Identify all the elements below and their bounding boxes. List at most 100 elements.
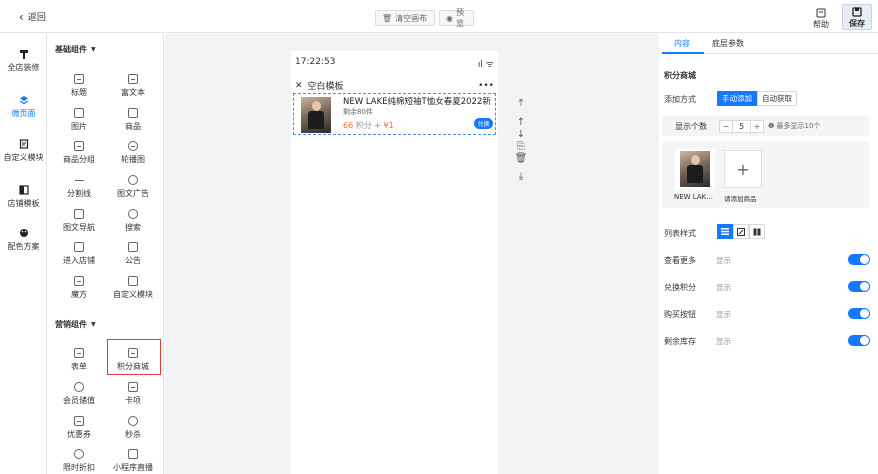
- move-bottom-icon[interactable]: ⤓: [519, 171, 523, 183]
- component-label: 富文本: [121, 88, 145, 97]
- component-label: 图文导航: [63, 223, 95, 232]
- component-image-nav[interactable]: 图文导航: [50, 209, 108, 233]
- display-count-label: 显示个数: [675, 121, 707, 131]
- move-down-icon[interactable]: ↓: [517, 129, 525, 141]
- component-time-discount[interactable]: 限时折扣: [50, 449, 108, 473]
- move-up-icon[interactable]: ↑: [517, 117, 525, 129]
- component-rich-text[interactable]: 富文本: [104, 74, 162, 98]
- tab-base-params[interactable]: 底层参数: [712, 38, 744, 49]
- copy-icon[interactable]: ⎘: [517, 141, 525, 153]
- divider-icon: [74, 175, 84, 185]
- buy-button-toggle[interactable]: [848, 308, 870, 319]
- component-search[interactable]: 搜索: [104, 209, 162, 233]
- module-icon: [19, 139, 28, 149]
- basic-components-header[interactable]: 基础组件 ▼: [55, 44, 96, 55]
- palette-icon: [19, 229, 28, 237]
- caret-down-icon: ▼: [91, 46, 96, 53]
- delete-icon[interactable]: 🗑: [515, 153, 528, 165]
- list-style-grid-option[interactable]: [749, 224, 765, 239]
- preview-button[interactable]: ◉ 预览: [439, 8, 474, 28]
- selected-product-thumb[interactable]: [675, 149, 715, 189]
- help-button[interactable]: 帮助: [808, 4, 834, 30]
- trash-icon: 🗑: [382, 13, 393, 23]
- decrement-button[interactable]: −: [720, 121, 732, 132]
- image-nav-icon: [74, 209, 84, 219]
- coupon-icon: [74, 416, 84, 426]
- hint-text: 最多显示10个: [776, 122, 821, 130]
- move-top-icon[interactable]: ⤒: [519, 98, 523, 110]
- component-label: 魔方: [71, 290, 87, 299]
- close-icon[interactable]: ✕: [295, 81, 303, 91]
- image-ad-icon: [128, 175, 138, 185]
- nav-item-store-template[interactable]: 店铺模板: [0, 185, 47, 209]
- increment-button[interactable]: +: [751, 121, 763, 132]
- component-product-group[interactable]: 商品分组: [50, 141, 108, 165]
- marketing-components-header[interactable]: 营销组件 ▼: [55, 319, 96, 330]
- product-price: 66 积分 + ¥1: [343, 120, 394, 131]
- info-icon: ❶: [768, 122, 775, 130]
- list-style-list-option[interactable]: [717, 224, 733, 239]
- component-label: 轮播图: [121, 155, 145, 164]
- component-card-item[interactable]: 卡项: [104, 382, 162, 406]
- component-label: 标题: [71, 88, 87, 97]
- tab-content[interactable]: 内容: [674, 38, 690, 49]
- more-icon[interactable]: •••: [478, 81, 494, 91]
- add-product-button[interactable]: +: [724, 150, 762, 188]
- component-image-ad[interactable]: 图文广告: [104, 175, 162, 199]
- nav-label: 自定义模块: [3, 153, 44, 162]
- component-title[interactable]: 标题: [50, 74, 108, 98]
- status-bar: 17:22:53 ıl ᯤ: [295, 57, 494, 70]
- component-product[interactable]: 商品: [104, 108, 162, 132]
- card-icon: [128, 382, 138, 392]
- nav-item-store-decoration[interactable]: 全店装修: [0, 49, 47, 73]
- component-flash-sale[interactable]: 秒杀: [104, 416, 162, 440]
- add-mode-manual[interactable]: 手动添加: [717, 91, 757, 106]
- component-member-deposit[interactable]: 会员储值: [50, 382, 108, 406]
- remaining-stock-toggle[interactable]: [848, 335, 870, 346]
- component-label: 图文广告: [117, 189, 149, 198]
- component-coupon[interactable]: 优惠券: [50, 416, 108, 440]
- clear-canvas-button[interactable]: 🗑 清空画布: [375, 10, 435, 26]
- flash-sale-icon: [128, 416, 138, 426]
- component-label: 公告: [125, 256, 141, 265]
- component-carousel[interactable]: 轮播图: [104, 141, 162, 165]
- exchange-button[interactable]: 兑换: [474, 118, 493, 129]
- live-icon: [128, 449, 138, 459]
- exchange-points-toggle[interactable]: [848, 281, 870, 292]
- nav-item-custom-module[interactable]: 自定义模块: [0, 139, 47, 163]
- list-style-selector: [717, 224, 765, 239]
- component-notice[interactable]: 公告: [104, 242, 162, 266]
- plus-icon: +: [736, 159, 750, 179]
- help-icon: [816, 8, 826, 18]
- product-stock: 剩余80件: [343, 108, 373, 116]
- nav-item-micro-page[interactable]: 微页面: [0, 95, 47, 119]
- cash-price: ¥1: [383, 121, 394, 130]
- component-magic-cube[interactable]: 魔方: [50, 276, 108, 300]
- selected-products: NEW LAK... + 请添加商品: [662, 142, 869, 208]
- component-enter-store[interactable]: 进入店铺: [50, 242, 108, 266]
- chevron-left-icon: ‹: [19, 9, 24, 24]
- list-style-card-option[interactable]: [733, 224, 749, 239]
- component-divider[interactable]: 分割线: [50, 175, 108, 199]
- selected-component-highlight: [107, 339, 161, 375]
- carousel-icon: [128, 141, 138, 151]
- back-button[interactable]: ‹ 返回: [19, 9, 46, 24]
- component-image[interactable]: 图片: [50, 108, 108, 132]
- component-custom-module[interactable]: 自定义模块: [104, 276, 162, 300]
- view-more-toggle[interactable]: [848, 254, 870, 265]
- points-product-card[interactable]: NEW LAKE纯棉短袖T恤女春夏2022新款... 剩余80件 66 积分 +…: [293, 93, 496, 135]
- component-form[interactable]: 表单: [50, 348, 108, 372]
- display-count-row: 显示个数 − 5 + ❶ 最多显示10个: [662, 116, 869, 136]
- component-label: 秒杀: [125, 430, 141, 439]
- display-count-value[interactable]: 5: [732, 120, 751, 132]
- product-title: NEW LAKE纯棉短袖T恤女春夏2022新款...: [343, 97, 491, 107]
- save-button[interactable]: 保存: [842, 4, 872, 30]
- add-mode-auto[interactable]: 自动获取: [757, 91, 797, 106]
- add-mode-selector: 手动添加 自动获取: [717, 91, 797, 106]
- list-style-label: 列表样式: [664, 229, 696, 238]
- nav-item-color-scheme[interactable]: 配色方案: [0, 228, 47, 252]
- component-label: 限时折扣: [63, 463, 95, 472]
- preview-label: 预览: [455, 8, 464, 28]
- phone-preview: 17:22:53 ıl ᯤ ✕ 空白模板 ••• NEW LAKE纯棉短袖T恤女…: [291, 51, 498, 474]
- component-mini-live[interactable]: 小程序直播: [104, 449, 162, 473]
